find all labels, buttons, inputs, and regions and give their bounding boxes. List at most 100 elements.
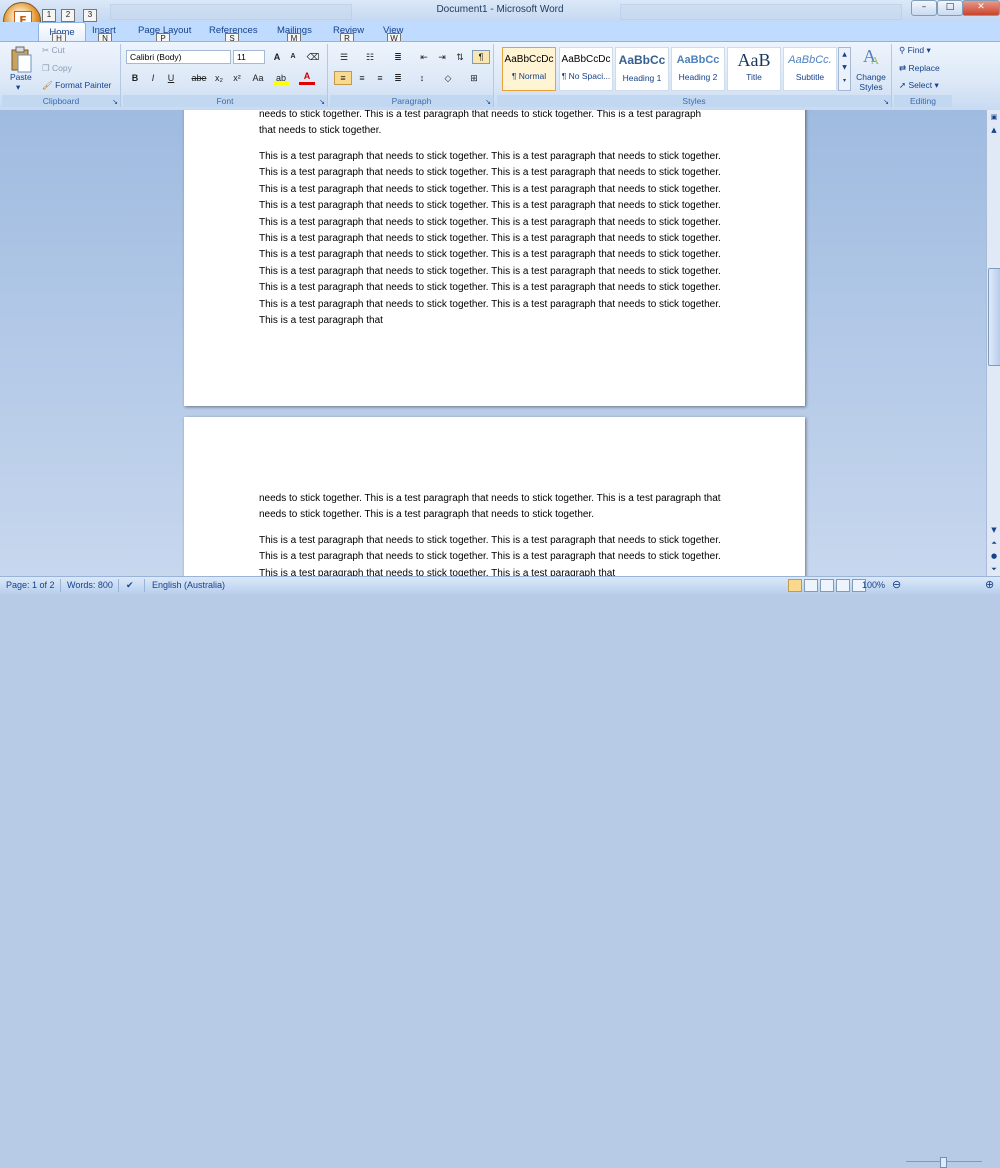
subscript-button[interactable]: x₂ [211,71,227,85]
undo-icon[interactable]: 2 [61,9,75,22]
clear-formatting-icon[interactable]: ⌫ [305,50,321,64]
taskbar-ghost [620,4,902,20]
editing-group: ⚲ Find ▾ ⇄ Replace ➚ Select ▾ Editing [894,44,952,107]
dialog-launcher-icon[interactable]: ↘ [485,98,491,106]
borders-icon[interactable]: ⊞ [464,71,484,85]
line-spacing-icon[interactable]: ↕ [412,71,432,85]
paste-dropdown-icon[interactable]: ▾ [16,82,20,93]
svg-text:A: A [871,55,879,66]
style-heading-2[interactable]: AaBbCc Heading 2 [671,47,725,91]
style-sample: AaB [737,50,771,70]
previous-page-icon[interactable]: ⏶ [988,537,1000,549]
find-button[interactable]: ⚲ Find ▾ [899,45,931,56]
styles-scroll[interactable]: ▲ ▼ ▾ [838,47,851,91]
vertical-scrollbar[interactable]: ▣ ▲ ▼ ⏶ ● ⏷ [986,110,1000,576]
status-separator [60,579,61,592]
style-heading-1[interactable]: AaBbCc Heading 1 [615,47,669,91]
save-icon[interactable]: 1 [42,9,56,22]
scrollbar-thumb[interactable] [988,268,1000,366]
dialog-launcher-icon[interactable]: ↘ [319,98,325,106]
styles-group-label: Styles [497,95,891,107]
dialog-launcher-icon[interactable]: ↘ [112,98,118,106]
text-line: needs to stick together. This is a test … [259,110,702,120]
font-name-combo[interactable]: Calibri (Body) [126,50,231,64]
change-styles-button[interactable]: Change Styles [852,72,890,92]
style-name: Heading 1 [622,73,662,83]
status-separator [144,579,145,592]
text-line: that needs to stick together. [259,125,382,136]
style-name: ¶ Normal [511,71,547,81]
select-button[interactable]: ➚ Select ▾ [899,80,939,91]
page-1[interactable]: needs to stick together. This is a test … [184,110,805,406]
next-page-icon[interactable]: ⏷ [988,563,1000,575]
style-normal[interactable]: AaBbCcDc ¶ Normal [502,47,556,91]
editing-group-label: Editing [894,95,952,107]
increase-indent-icon[interactable]: ⇥ [434,50,450,64]
style-title[interactable]: AaB Title [727,47,781,91]
redo-icon[interactable]: 3 [83,9,97,22]
align-center-icon[interactable]: ≡ [354,71,370,85]
cut-button[interactable]: ✂ Cut [42,45,65,56]
replace-button[interactable]: ⇄ Replace [899,63,940,74]
status-bar: Page: 1 of 2 Words: 800 ✔ English (Austr… [0,576,1000,1168]
replace-icon: ⇄ [899,63,907,73]
style-no-spacing[interactable]: AaBbCcDc ¶ No Spaci... [559,47,613,91]
copy-button[interactable]: ❐ Copy [42,63,72,74]
zoom-slider-thumb[interactable] [940,1157,947,1168]
cursor-icon: ➚ [899,80,907,90]
zoom-level[interactable]: 100% [862,580,885,590]
dialog-launcher-icon[interactable]: ↘ [883,98,889,106]
bold-button[interactable]: B [127,71,143,85]
page-count[interactable]: Page: 1 of 2 [6,580,55,590]
bullets-icon[interactable]: ☰ [334,50,354,64]
scroll-down-icon[interactable]: ▼ [988,524,1000,536]
paragraph-group-label: Paragraph [330,95,493,107]
document-area[interactable]: needs to stick together. This is a test … [0,110,986,576]
print-layout-icon[interactable] [788,579,802,592]
word-count[interactable]: Words: 800 [67,580,113,590]
shrink-font-button[interactable]: A [285,50,301,64]
paste-icon[interactable] [9,46,33,74]
decrease-indent-icon[interactable]: ⇤ [416,50,432,64]
italic-button[interactable]: I [145,71,161,85]
zoom-out-icon[interactable]: ⊖ [892,578,901,591]
font-color-button[interactable]: A [299,71,315,85]
font-size-combo[interactable]: 11 [233,50,265,64]
language-indicator[interactable]: English (Australia) [152,580,225,590]
maximize-button[interactable]: □ [937,0,963,16]
numbering-icon[interactable]: ☷ [360,50,380,64]
change-case-button[interactable]: Aa [248,71,268,85]
status-separator [118,579,119,592]
ruler-toggle-icon[interactable]: ▣ [988,111,1000,123]
multilevel-list-icon[interactable]: ≣ [388,50,408,64]
highlight-button[interactable]: ab [273,71,289,85]
superscript-button[interactable]: x² [229,71,245,85]
style-sample: AaBbCc [618,53,666,67]
window-title: Document1 - Microsoft Word [436,4,564,15]
browse-object-icon[interactable]: ● [988,550,1000,562]
page-2[interactable]: needs to stick together. This is a test … [184,417,805,576]
grow-font-button[interactable]: A [269,50,285,64]
paste-button[interactable]: Paste [10,72,32,82]
web-layout-icon[interactable] [820,579,834,592]
zoom-in-icon[interactable]: ⊕ [985,578,994,591]
close-button[interactable]: ✕ [962,0,1000,16]
proofing-icon[interactable]: ✔ [126,580,134,591]
underline-button[interactable]: U [163,71,179,85]
full-screen-reading-icon[interactable] [804,579,818,592]
justify-icon[interactable]: ≣ [390,71,406,85]
align-right-icon[interactable]: ≡ [372,71,388,85]
format-painter-button[interactable]: 🖌 Format Painter [42,80,111,91]
clipboard-group: Paste ▾ ✂ Cut ❐ Copy 🖌 Format Painter Cl… [2,44,121,107]
clipboard-group-label: Clipboard [2,95,120,107]
minimize-button[interactable]: – [911,0,937,16]
align-left-icon[interactable]: ≡ [334,71,352,85]
show-marks-button[interactable]: ¶ [472,50,490,64]
shading-icon[interactable]: ◇ [438,71,458,85]
sort-icon[interactable]: ⇅ [452,50,468,64]
change-styles-icon[interactable]: AA [861,44,883,67]
style-subtitle[interactable]: AaBbCc. Subtitle [783,47,837,91]
scroll-up-icon[interactable]: ▲ [988,124,1000,136]
strikethrough-button[interactable]: abe [188,71,210,85]
outline-view-icon[interactable] [836,579,850,592]
